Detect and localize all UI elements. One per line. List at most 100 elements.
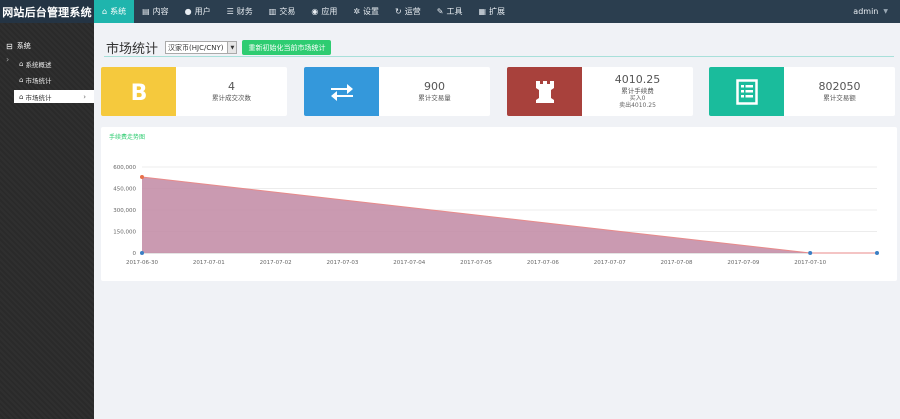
page-header: 市场统计 汉家币(HJC/CNY) ▼ 重新初始化当前市场统计 — [106, 38, 332, 57]
sidebar-group-system[interactable]: ⊟ 系统 — [6, 41, 31, 51]
market-select[interactable]: 汉家币(HJC/CNY) ▼ — [165, 41, 238, 54]
nav-tab-label: 设置 — [363, 7, 380, 16]
x-tick-label: 2017-06-30 — [126, 260, 158, 266]
nav-tab-4[interactable]: ▥ 交易 — [261, 0, 304, 23]
sidebar-item-label: 市场统计 — [25, 76, 52, 85]
nav-tab-label: 工具 — [446, 7, 463, 16]
nav-tab-9[interactable]: ▦ 扩展 — [470, 0, 513, 23]
stat-label: 累计交易量 — [418, 94, 451, 102]
sidebar: ⊟ 系统 › ⌂ 系统概述 ⌂ 市场统计 ⌂ 市场统计 › — [0, 23, 94, 419]
nav-tab-2[interactable]: ● 用户 — [177, 0, 219, 23]
sidebar-item-market-stats[interactable]: ⌂ 市场统计 — [14, 73, 94, 86]
chevron-down-icon: ▼ — [883, 8, 888, 15]
nav-tab-3[interactable]: ☰ 财务 — [219, 0, 261, 23]
finance-icon: ☰ — [226, 7, 234, 16]
sidebar-item-market-stats-active[interactable]: ⌂ 市场统计 › — [14, 90, 94, 103]
bitcoin-icon: B — [101, 67, 176, 116]
content-icon: ▤ — [142, 7, 150, 16]
nav-tab-label: 内容 — [152, 7, 169, 16]
user-menu[interactable]: admin ▼ — [853, 0, 888, 23]
chart-title: 手续费走势图 — [109, 134, 146, 141]
stat-card-fee: 4010.25 累计手续费 买入0 卖出4010.25 — [507, 67, 693, 116]
x-tick-label: 2017-07-10 — [794, 260, 826, 266]
x-tick-label: 2017-07-05 — [460, 260, 492, 266]
x-tick-label: 2017-07-01 — [193, 260, 225, 266]
stat-value: 900 — [424, 80, 445, 93]
header-divider — [104, 56, 894, 57]
nav-tab-1[interactable]: ▤ 内容 — [134, 0, 177, 23]
home-icon: ⌂ — [19, 92, 24, 101]
nav-tab-label: 运营 — [404, 7, 421, 16]
baseline-point — [140, 251, 144, 255]
fee-trend-chart-panel: 手续费走势图 0 150,000 300,000 450,000 600,000 2017… — [101, 127, 897, 281]
stat-label: 累计交易额 — [823, 94, 856, 102]
home-icon: ⌂ — [19, 59, 24, 68]
grid-icon: ⊟ — [6, 41, 13, 51]
stat-card-volume: 900 累计交易量 — [304, 67, 490, 116]
main-nav: ⌂ 系统 ▤ 内容 ● 用户 ☰ 财务 ▥ 交易 ◉ 应用 ✲ 设置 ↻ 运营 ✎ 工具 ▦ 扩展 — [94, 0, 513, 23]
market-select-value: 汉家币(HJC/CNY) — [168, 43, 224, 52]
extend-icon: ▦ — [478, 7, 487, 16]
sidebar-item-overview[interactable]: ⌂ 系统概述 — [14, 57, 94, 70]
y-tick-label: 600,000 — [113, 165, 136, 171]
nav-tab-label: 交易 — [279, 7, 296, 16]
stat-sub-buy: 买入0 — [629, 95, 646, 102]
nav-tab-label: 财务 — [236, 7, 253, 16]
stat-sub-sell: 卖出4010.25 — [619, 102, 656, 109]
page-title: 市场统计 — [106, 42, 159, 57]
x-tick-label: 2017-07-03 — [326, 260, 358, 266]
nav-tab-0[interactable]: ⌂ 系统 — [94, 0, 135, 23]
refresh-stats-button[interactable]: 重新初始化当前市场统计 — [242, 40, 332, 55]
x-tick-label: 2017-07-06 — [527, 260, 559, 266]
stat-label: 累计手续费 — [621, 87, 654, 95]
operation-icon: ↻ — [395, 7, 402, 16]
nav-tab-6[interactable]: ✲ 设置 — [345, 0, 387, 23]
baseline-point — [808, 251, 813, 255]
stat-value: 4 — [228, 80, 235, 93]
nav-tab-label: 扩展 — [489, 7, 506, 16]
chevron-right-icon: › — [83, 92, 86, 101]
nav-tab-5[interactable]: ◉ 应用 — [303, 0, 345, 23]
data-point — [140, 175, 144, 180]
sidebar-item-label: 市场统计 — [25, 93, 52, 102]
fee-trend-chart: 0 150,000 300,000 450,000 600,000 2017-06-30 2… — [113, 165, 879, 266]
nav-tab-7[interactable]: ↻ 运营 — [387, 0, 429, 23]
x-tick-label: 2017-07-08 — [661, 260, 693, 266]
user-icon: ● — [184, 7, 192, 16]
wrench-icon: ✎ — [436, 7, 444, 16]
sidebar-group-label: 系统 — [16, 42, 31, 50]
sidebar-item-label: 系统概述 — [25, 60, 52, 69]
gear-icon: ✲ — [353, 7, 361, 16]
chevron-right-icon[interactable]: › — [6, 55, 9, 64]
x-tick-label: 2017-07-04 — [393, 260, 425, 266]
nav-tab-label: 系统 — [110, 7, 127, 16]
nav-tab-label: 用户 — [194, 7, 211, 16]
y-tick-label: 0 — [133, 251, 137, 257]
username: admin — [853, 7, 879, 16]
trade-icon: ▥ — [268, 7, 277, 16]
y-tick-label: 300,000 — [113, 208, 136, 214]
baseline-point — [875, 251, 879, 255]
stat-card-trade-count: B 4 累计成交次数 — [101, 67, 287, 116]
stat-value: 4010.25 — [614, 73, 661, 86]
brand-title[interactable]: 网站后台管理系统 — [0, 0, 94, 23]
y-tick-label: 150,000 — [113, 230, 136, 236]
x-tick-label: 2017-07-09 — [727, 260, 759, 266]
nav-tab-8[interactable]: ✎ 工具 — [429, 0, 471, 23]
x-tick-label: 2017-07-07 — [594, 260, 626, 266]
apps-icon: ◉ — [311, 7, 319, 16]
stat-label: 累计成交次数 — [212, 94, 251, 102]
stat-value: 802050 — [818, 80, 861, 93]
home-icon: ⌂ — [102, 7, 108, 16]
list-icon — [709, 67, 784, 116]
home-icon: ⌂ — [19, 75, 24, 84]
y-tick-label: 450,000 — [113, 187, 136, 193]
rook-icon — [507, 67, 582, 116]
exchange-icon — [304, 67, 379, 116]
chevron-down-icon: ▼ — [227, 42, 237, 53]
nav-tab-label: 应用 — [321, 7, 338, 16]
svg-text:B: B — [130, 81, 147, 105]
x-tick-label: 2017-07-02 — [260, 260, 292, 266]
stat-card-amount: 802050 累计交易额 — [709, 67, 895, 116]
top-navbar: 网站后台管理系统 ⌂ 系统 ▤ 内容 ● 用户 ☰ 财务 ▥ 交易 ◉ 应用 ✲ 设置 ↻ 运营 ✎ 工具 ▦ 扩展 … — [0, 0, 900, 23]
